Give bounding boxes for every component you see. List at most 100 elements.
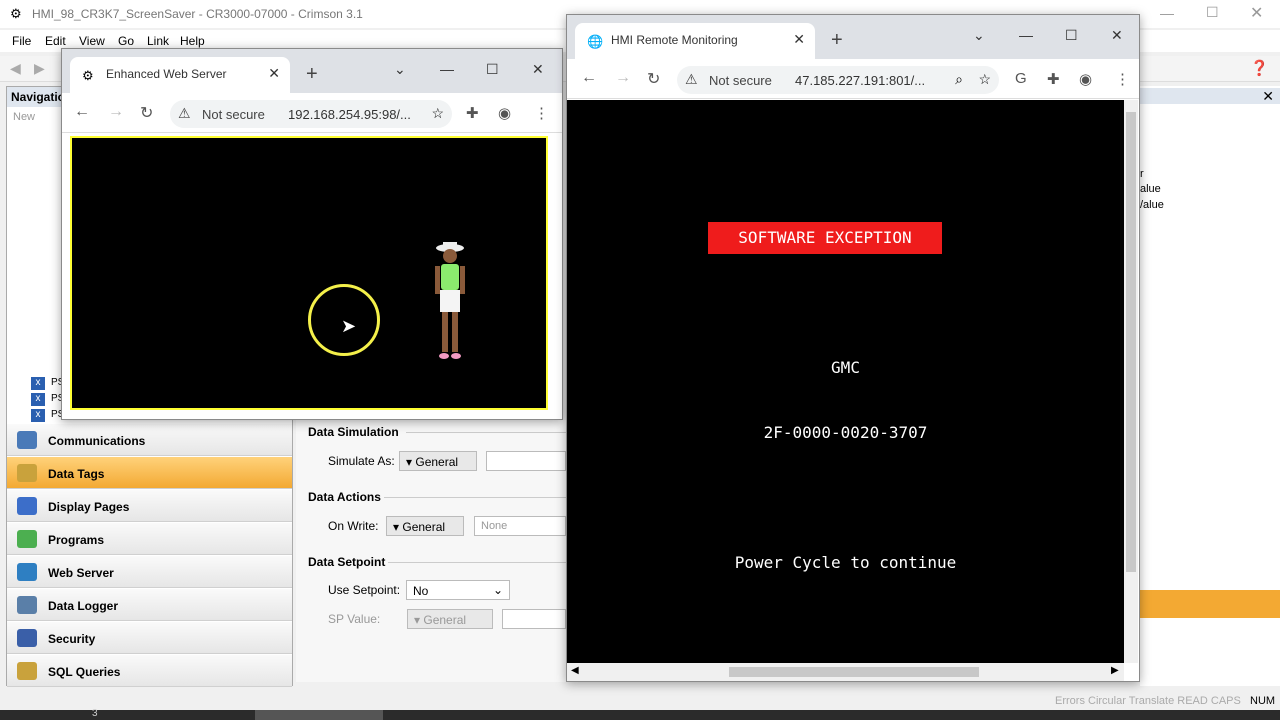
maximize-icon[interactable]: ☐ xyxy=(1065,27,1078,44)
vertical-scroll-thumb[interactable] xyxy=(1126,112,1136,572)
use-setpoint-select[interactable]: No ⌄ xyxy=(406,580,510,600)
hmi-display[interactable]: SOFTWARE EXCEPTION GMC 2F-0000-0020-3707… xyxy=(567,100,1124,663)
menu-view[interactable]: View xyxy=(79,34,105,48)
chevron-down-icon[interactable]: ⌄ xyxy=(394,61,406,78)
simulate-as-input[interactable] xyxy=(486,451,566,471)
vertical-scrollbar[interactable] xyxy=(1124,100,1138,663)
taskbar-item[interactable]: 3 xyxy=(92,708,98,719)
nav-programs[interactable]: Programs xyxy=(7,523,292,555)
maximize-icon[interactable]: ☐ xyxy=(1206,4,1219,21)
minimize-icon[interactable]: — xyxy=(1019,27,1033,43)
star-icon[interactable]: ☆ xyxy=(431,105,444,122)
menu-go[interactable]: Go xyxy=(118,34,134,48)
nav-item-label: Security xyxy=(48,632,96,646)
extensions-icon[interactable]: ✚ xyxy=(1047,70,1060,88)
simulate-as-value: General xyxy=(415,455,459,469)
forward-icon[interactable]: → xyxy=(615,69,631,87)
tree-item-icon: x xyxy=(31,393,45,406)
dropdown-arrow-icon: ▾ xyxy=(393,520,403,534)
close-icon[interactable]: ✕ xyxy=(1250,3,1263,23)
divider xyxy=(406,432,566,433)
scroll-left-icon[interactable]: ◀ xyxy=(571,665,579,676)
help-icon[interactable]: ❓ xyxy=(1250,59,1269,77)
maximize-icon[interactable]: ☐ xyxy=(486,61,499,78)
warning-icon: ⚠ xyxy=(178,105,191,121)
star-icon[interactable]: ☆ xyxy=(978,71,991,88)
nav-web-server[interactable]: Web Server xyxy=(7,556,292,588)
communications-icon xyxy=(17,431,37,449)
nav-item-label: Programs xyxy=(48,533,105,547)
data-tags-icon xyxy=(17,464,37,482)
reload-icon[interactable]: ↻ xyxy=(647,69,660,89)
nav-item-label: Data Logger xyxy=(48,599,119,613)
g-extension-icon[interactable]: G xyxy=(1015,70,1027,87)
nav-item-label: SQL Queries xyxy=(48,665,121,679)
forward-icon[interactable]: ▶ xyxy=(34,60,45,77)
menu-help[interactable]: Help xyxy=(180,34,205,48)
simulate-as-dropdown[interactable]: ▾ General xyxy=(399,451,477,471)
data-actions-heading: Data Actions xyxy=(308,490,381,504)
nav-data-tags[interactable]: Data Tags xyxy=(7,457,292,489)
not-secure-label: Not secure xyxy=(202,107,265,122)
web-server-display[interactable] xyxy=(70,136,548,410)
new-tab-icon[interactable]: + xyxy=(831,29,843,52)
hmi-error-code: 2F-0000-0020-3707 xyxy=(763,423,928,442)
close-tab-icon[interactable]: ✕ xyxy=(793,31,805,48)
reload-icon[interactable]: ↻ xyxy=(140,103,153,123)
nav-display-pages[interactable]: Display Pages xyxy=(7,490,292,522)
minimize-icon[interactable]: — xyxy=(440,61,454,77)
dropdown-arrow-icon: ▾ xyxy=(414,613,424,627)
close-window-icon[interactable]: ✕ xyxy=(1111,27,1123,44)
menu-link[interactable]: Link xyxy=(147,34,169,48)
divider xyxy=(384,497,566,498)
menu-file[interactable]: File xyxy=(12,34,31,48)
nav-security[interactable]: Security xyxy=(7,622,292,654)
profile-icon[interactable]: ◉ xyxy=(1079,70,1092,88)
properties-panel: Data Simulation Simulate As: ▾ General D… xyxy=(296,420,566,682)
close-pane-icon[interactable]: ✕ xyxy=(1262,88,1274,105)
back-icon[interactable]: ← xyxy=(581,69,597,87)
sp-value-dropdown[interactable]: ▾ General xyxy=(407,609,493,629)
more-menu-icon[interactable]: ⋮ xyxy=(534,104,549,122)
web-server-address-bar: ← → ↻ ⚠ Not secure 192.168.254.95:98/...… xyxy=(62,93,562,133)
hmi-tab[interactable]: 🌐 HMI Remote Monitoring ✕ xyxy=(575,23,815,59)
on-write-input[interactable]: None xyxy=(474,516,566,536)
warning-icon: ⚠ xyxy=(685,71,698,87)
extensions-icon[interactable]: ✚ xyxy=(466,104,479,122)
profile-icon[interactable]: ◉ xyxy=(498,104,511,122)
on-write-dropdown[interactable]: ▾ General xyxy=(386,516,464,536)
nav-new-button[interactable]: New xyxy=(13,111,35,123)
right-pane-text: alue xyxy=(1140,183,1161,195)
menu-edit[interactable]: Edit xyxy=(45,34,66,48)
nav-item-label: Web Server xyxy=(48,566,114,580)
minimize-icon[interactable]: — xyxy=(1160,5,1174,21)
more-menu-icon[interactable]: ⋮ xyxy=(1115,70,1130,88)
close-window-icon[interactable]: ✕ xyxy=(532,61,544,78)
status-num: NUM xyxy=(1250,695,1276,707)
nav-sql-queries[interactable]: SQL Queries xyxy=(7,655,292,687)
new-tab-icon[interactable]: + xyxy=(306,63,318,86)
hmi-url-field[interactable]: ⚠ Not secure 47.185.227.191:801/... ⌕ ☆ xyxy=(677,66,999,94)
back-icon[interactable]: ◀ xyxy=(10,60,21,77)
chevron-down-icon[interactable]: ⌄ xyxy=(973,27,985,44)
not-secure-label: Not secure xyxy=(709,73,772,88)
zoom-icon[interactable]: ⌕ xyxy=(955,71,963,88)
web-server-url-field[interactable]: ⚠ Not secure 192.168.254.95:98/... ☆ xyxy=(170,100,452,128)
horizontal-scroll-thumb[interactable] xyxy=(729,667,979,677)
hmi-address-bar: ← → ↻ ⚠ Not secure 47.185.227.191:801/..… xyxy=(567,59,1139,99)
sql-queries-icon xyxy=(17,662,37,680)
nav-communications[interactable]: Communications xyxy=(7,424,292,456)
globe-icon: 🌐 xyxy=(587,34,604,49)
web-server-tab[interactable]: ⚙ Enhanced Web Server ✕ xyxy=(70,57,290,93)
nav-item-label: Display Pages xyxy=(48,500,130,514)
back-icon[interactable]: ← xyxy=(74,103,90,121)
scroll-right-icon[interactable]: ▶ xyxy=(1111,665,1119,676)
sp-value-input[interactable] xyxy=(502,609,566,629)
hmi-tab-title: HMI Remote Monitoring xyxy=(611,33,738,47)
forward-icon[interactable]: → xyxy=(108,103,124,121)
nav-data-logger[interactable]: Data Logger xyxy=(7,589,292,621)
horizontal-scrollbar[interactable]: ◀ ▶ xyxy=(567,663,1124,681)
close-tab-icon[interactable]: ✕ xyxy=(268,65,280,82)
taskbar-app[interactable] xyxy=(255,710,383,720)
right-pane: ✕ r alue /alue xyxy=(1140,86,1280,686)
